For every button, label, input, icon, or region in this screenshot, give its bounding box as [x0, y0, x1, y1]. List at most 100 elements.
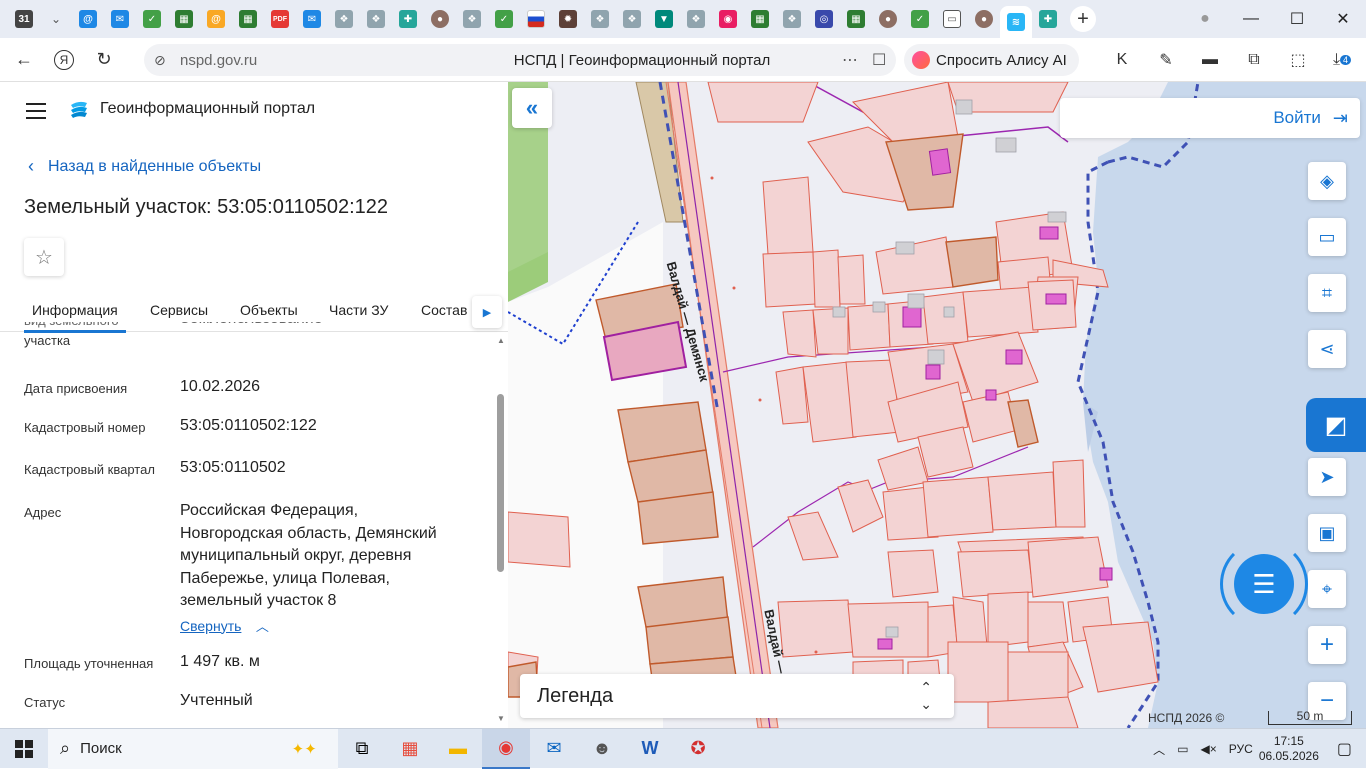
tab-mail-4[interactable]: ✉	[296, 4, 328, 34]
task-view-icon: ⧉	[355, 738, 369, 758]
scroll-up-icon[interactable]: ▲	[497, 336, 505, 345]
tab-list-button[interactable]: ⌄	[40, 4, 72, 34]
chevron-up-icon[interactable]: ︿	[1153, 741, 1165, 758]
tab-mail-3[interactable]: @	[200, 4, 232, 34]
tab-table-4[interactable]: ▦	[840, 4, 872, 34]
volume-icon[interactable]: ◀×	[1201, 742, 1217, 756]
chat-button[interactable]: ☰	[1234, 554, 1294, 614]
start-button[interactable]	[0, 729, 48, 769]
tab-app-4[interactable]: ◎	[808, 4, 840, 34]
close-button[interactable]: ✕	[1320, 9, 1366, 29]
tab-app-5[interactable]: ✚	[1032, 4, 1064, 34]
tab-gosuslugi-2[interactable]: ✓	[488, 4, 520, 34]
extension-puzzle-icon[interactable]: ⧉	[1232, 46, 1276, 74]
explorer-app[interactable]: ▬	[434, 729, 482, 769]
tab-composition[interactable]: Состав	[421, 302, 467, 318]
plus-icon: +	[1319, 631, 1334, 658]
clock[interactable]: 17:15 06.05.2026	[1259, 734, 1319, 764]
login-button[interactable]: Войти ⇥	[1060, 98, 1360, 138]
taskbar-search[interactable]: ⌕ Поиск ✦✦	[48, 728, 338, 769]
map-canvas[interactable]: Валдай — Демянск Валдай —	[508, 82, 1366, 728]
tab-pdf[interactable]: PDF	[264, 4, 296, 34]
tab-information[interactable]: Информация	[24, 302, 126, 333]
yandex-button[interactable]: Я	[48, 44, 80, 76]
tab-emblem-7[interactable]: ❖	[680, 4, 712, 34]
outlook-app[interactable]: ✉	[530, 729, 578, 769]
notifications-icon[interactable]: ▢	[1337, 739, 1352, 759]
zoom-in-button[interactable]: +	[1308, 626, 1346, 664]
tab-emblem-4[interactable]: ✹	[552, 4, 584, 34]
tab-flag[interactable]	[520, 4, 552, 34]
extension-sync-icon[interactable]: ⬚	[1276, 46, 1320, 74]
new-tab-button[interactable]: +	[1070, 6, 1096, 32]
word-app[interactable]: W	[626, 729, 674, 769]
profile-icon[interactable]: ●	[1182, 10, 1228, 28]
network-icon[interactable]: ▭	[1177, 742, 1188, 756]
tab-gosuslugi-1[interactable]: ✓	[136, 4, 168, 34]
extension-k-icon[interactable]: K	[1100, 46, 1144, 74]
navigation-arrow-icon: ➤	[1319, 466, 1335, 487]
tab-app-1[interactable]: ✚	[392, 4, 424, 34]
favorite-button[interactable]: ☆	[24, 238, 64, 276]
locate-button[interactable]: ➤	[1308, 458, 1346, 496]
minimize-button[interactable]: —	[1228, 10, 1274, 28]
tab-table-2[interactable]: ▦	[232, 4, 264, 34]
tab-emblem-8[interactable]: ❖	[776, 4, 808, 34]
tab-emblem-5[interactable]: ❖	[584, 4, 616, 34]
tab-table-1[interactable]: ▦	[168, 4, 200, 34]
tab-calendar[interactable]: 31	[8, 4, 40, 34]
acrobat-app[interactable]: ✪	[674, 729, 722, 769]
url-field[interactable]: ⊘ nspd.gov.ru НСПД | Геоинформационный п…	[144, 44, 896, 76]
tab-parts[interactable]: Части ЗУ	[329, 302, 388, 318]
share-button[interactable]: ⋖	[1308, 330, 1346, 368]
measure-button[interactable]: ▭	[1308, 218, 1346, 256]
tab-emblem-2[interactable]: ❖	[360, 4, 392, 34]
select-area-button[interactable]: ⌗	[1308, 274, 1346, 312]
collapse-link[interactable]: Свернуть ︿	[180, 615, 480, 639]
tab-app-3[interactable]: ◉	[712, 4, 744, 34]
tab-avatar-1[interactable]: ●	[424, 4, 456, 34]
app-avatar[interactable]: ☻	[578, 729, 626, 769]
print-button[interactable]: ▣	[1308, 514, 1346, 552]
task-view-button[interactable]: ⧉	[338, 729, 386, 769]
tab-mail-2[interactable]: ✉	[104, 4, 136, 34]
language-indicator[interactable]: РУС	[1229, 742, 1253, 756]
attr-cadnum-value: 53:05:0110502:122	[180, 417, 317, 434]
tab-services[interactable]: Сервисы	[150, 302, 208, 318]
chevron-up-icon: ︿	[255, 618, 269, 634]
tab-document[interactable]: ▭	[936, 4, 968, 34]
yandex-browser-app[interactable]: ◉	[482, 728, 530, 769]
envelope-icon: ✉	[303, 10, 321, 28]
collapse-panel-button[interactable]: «	[512, 88, 552, 128]
tab-emblem-1[interactable]: ❖	[328, 4, 360, 34]
tab-gosuslugi-3[interactable]: ✓	[904, 4, 936, 34]
tab-app-2[interactable]: ▼	[648, 4, 680, 34]
tab-avatar-2[interactable]: ●	[872, 4, 904, 34]
back-to-results-link[interactable]: ‹ Назад в найденные объекты	[28, 156, 261, 177]
downloads-icon[interactable]: ⤓ 4	[1320, 46, 1364, 74]
maximize-button[interactable]: ☐	[1274, 9, 1320, 29]
bookmark-icon[interactable]: ☐	[872, 50, 886, 70]
extension-pencil-icon[interactable]: ✎	[1144, 46, 1188, 74]
store-app[interactable]: ▦	[386, 729, 434, 769]
more-icon[interactable]: ⋯	[842, 50, 858, 70]
layers-button[interactable]: ◈	[1308, 162, 1346, 200]
tab-objects[interactable]: Объекты	[240, 302, 298, 318]
information-tool-button[interactable]: ◩	[1306, 398, 1366, 452]
menu-icon[interactable]	[26, 103, 46, 124]
panel-scrollbar[interactable]	[497, 394, 504, 572]
tab-avatar-3[interactable]: ●	[968, 4, 1000, 34]
site-info-icon[interactable]: ⊘	[154, 52, 166, 69]
reload-button[interactable]: ↻	[88, 44, 120, 76]
tab-emblem-6[interactable]: ❖	[616, 4, 648, 34]
legend-dropdown[interactable]: Легенда ⌃ ⌄	[520, 674, 954, 718]
tab-table-3[interactable]: ▦	[744, 4, 776, 34]
tab-mail-1[interactable]: @	[72, 4, 104, 34]
back-button[interactable]: ←	[8, 44, 40, 76]
alice-button[interactable]: Спросить Алису AI	[904, 44, 1079, 76]
tab-nspd-active[interactable]: ≋	[1000, 6, 1032, 38]
geolocation-button[interactable]: ⌖	[1308, 570, 1346, 608]
extension-disk-icon[interactable]: ▬	[1188, 46, 1232, 74]
tab-emblem-3[interactable]: ❖	[456, 4, 488, 34]
scroll-down-icon[interactable]: ▼	[497, 714, 505, 723]
